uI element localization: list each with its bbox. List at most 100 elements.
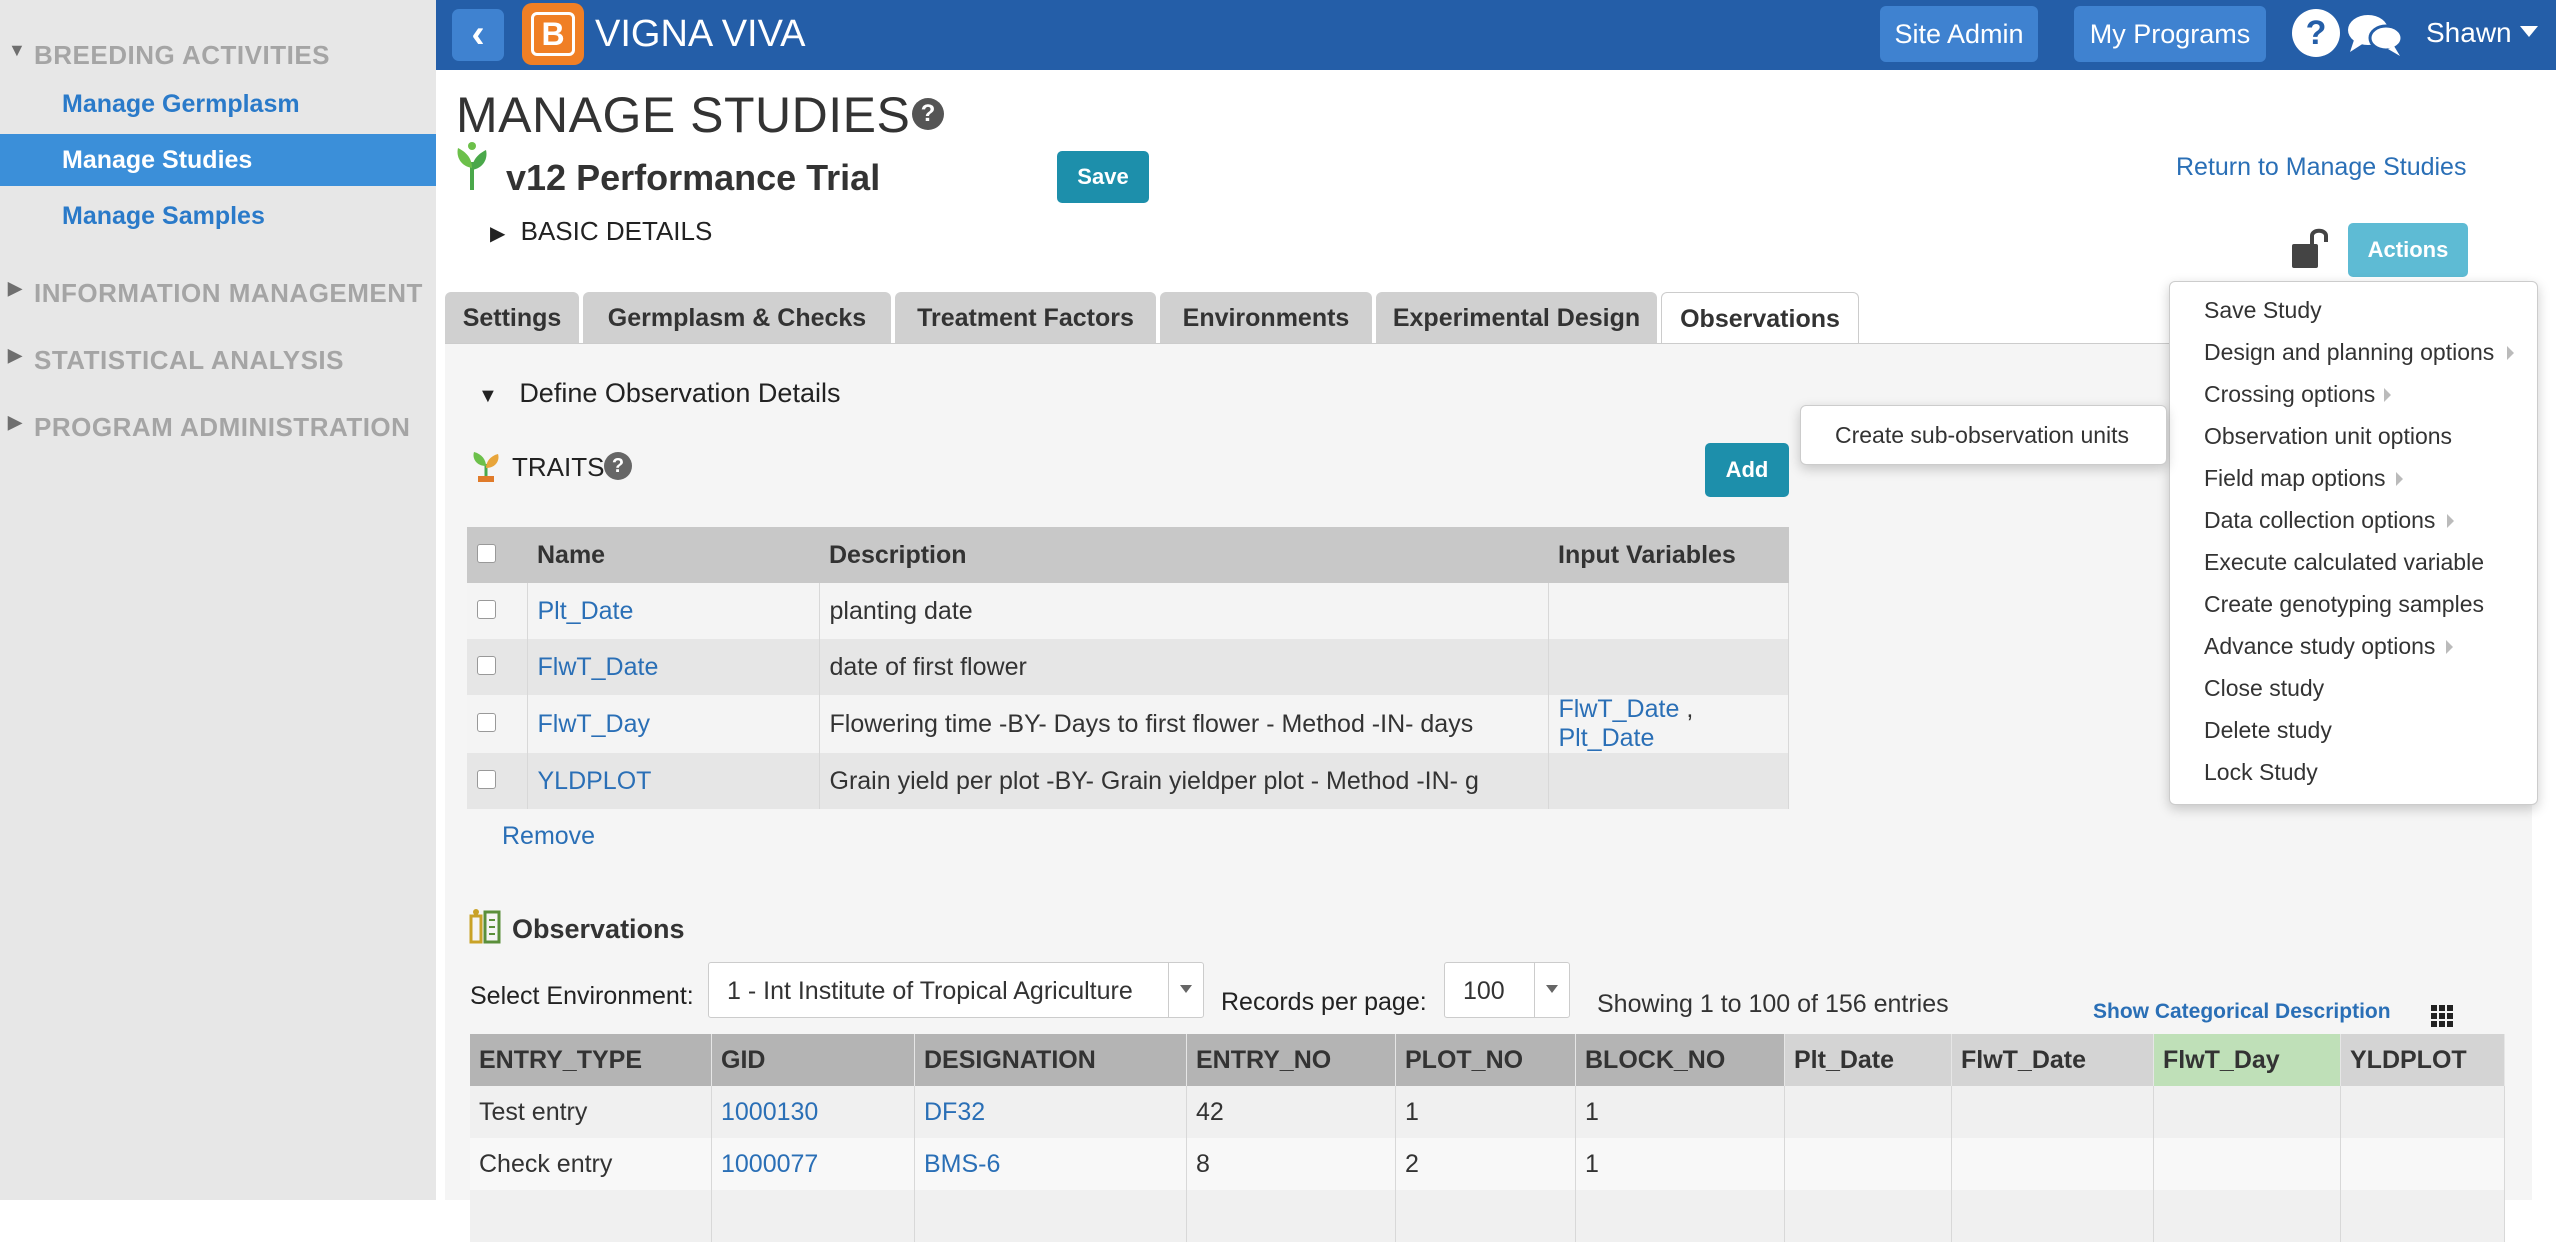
table-row: Test entry 1000130 DF32 42 1 1 [470,1086,2505,1138]
trait-name-link[interactable]: Plt_Date [527,583,820,639]
row-checkbox[interactable] [477,769,496,789]
environment-select[interactable]: 1 - Int Institute of Tropical Agricultur… [708,962,1204,1018]
records-per-page-select[interactable]: 100 [1444,962,1570,1018]
basic-details-toggle[interactable]: ▶ BASIC DETAILS [490,216,712,247]
top-navbar: ‹ B VIGNA VIVA Site Admin My Programs ? … [436,0,2556,70]
cell-plot-no: 2 [1395,1138,1576,1190]
menu-item-advance-study-options[interactable]: Advance study options [2204,633,2435,660]
brand-name: VIGNA VIVA [595,13,806,55]
gid-link[interactable]: 1000130 [711,1086,915,1138]
menu-item-lock-study[interactable]: Lock Study [2204,759,2318,786]
menu-item-execute-calculated-variable[interactable]: Execute calculated variable [2204,549,2484,576]
back-button[interactable]: ‹ [452,9,504,61]
table-row: YLDPLOT Grain yield per plot -BY- Grain … [467,753,1789,809]
column-header-entry-type[interactable]: ENTRY_TYPE [470,1034,712,1086]
submenu-arrow-icon [2384,388,2391,402]
row-checkbox[interactable] [477,712,496,732]
designation-link[interactable]: DF32 [914,1086,1187,1138]
sidebar-item-manage-studies[interactable]: Manage Studies [0,134,436,186]
menu-item-close-study[interactable]: Close study [2204,675,2324,702]
menu-item-create-sub-observation-units[interactable]: Create sub-observation units [1835,422,2129,449]
menu-item-crossing-options[interactable]: Crossing options [2204,381,2375,408]
chat-icon[interactable] [2346,12,2404,58]
row-checkbox[interactable] [477,599,496,619]
menu-item-delete-study[interactable]: Delete study [2204,717,2332,744]
cell-flwt-day[interactable] [2153,1086,2341,1138]
return-to-manage-studies-link[interactable]: Return to Manage Studies [2176,153,2466,182]
caret-down-icon[interactable] [2520,26,2538,37]
sidebar: ▼ BREEDING ACTIVITIES Manage Germplasm M… [0,0,436,1200]
column-header-input-variables[interactable]: Input Variables [1548,527,1789,583]
input-variable-link[interactable]: Plt_Date [1559,724,1655,752]
tab-environments[interactable]: Environments [1160,292,1372,344]
column-header-designation[interactable]: DESIGNATION [914,1034,1187,1086]
chevron-down-icon[interactable] [1534,963,1569,1017]
column-header-plot-no[interactable]: PLOT_NO [1395,1034,1576,1086]
sidebar-item-manage-samples[interactable]: Manage Samples [0,190,436,242]
trait-name-link[interactable]: FlwT_Date [527,639,820,695]
help-icon[interactable]: ? [912,98,944,130]
my-programs-button[interactable]: My Programs [2074,6,2266,62]
menu-item-create-genotyping-samples[interactable]: Create genotyping samples [2204,591,2484,618]
cell-flwt-day[interactable] [2153,1190,2341,1242]
cell-plt-date[interactable] [1784,1086,1952,1138]
site-admin-button[interactable]: Site Admin [1880,6,2038,62]
column-header-flwt-date[interactable]: FlwT_Date [1951,1034,2154,1086]
column-header-plt-date[interactable]: Plt_Date [1784,1034,1952,1086]
cell-flwt-day[interactable] [2153,1138,2341,1190]
column-header-description[interactable]: Description [819,527,1548,583]
define-observation-details-toggle[interactable]: ▼ Define Observation Details [478,378,840,409]
observations-icon [469,909,501,944]
tab-treatment-factors[interactable]: Treatment Factors [895,292,1156,344]
sidebar-item-manage-germplasm[interactable]: Manage Germplasm [0,78,436,130]
trait-name-link[interactable]: YLDPLOT [527,753,820,809]
remove-traits-link[interactable]: Remove [502,822,595,851]
gid-link[interactable]: 1000077 [711,1138,915,1190]
tab-germplasm-checks[interactable]: Germplasm & Checks [583,292,891,344]
column-header-block-no[interactable]: BLOCK_NO [1575,1034,1785,1086]
unlock-icon[interactable] [2290,226,2330,270]
cell-flwt-date[interactable] [1951,1190,2154,1242]
tab-settings[interactable]: Settings [445,292,579,344]
user-menu[interactable]: Shawn [2426,17,2512,49]
trait-name-link[interactable]: FlwT_Day [527,695,820,753]
grid-icon[interactable] [2431,1005,2453,1027]
menu-item-data-collection-options[interactable]: Data collection options [2204,507,2435,534]
cell-flwt-date[interactable] [1951,1086,2154,1138]
caret-right-icon: ▶ [8,345,23,365]
column-header-name[interactable]: Name [527,527,819,583]
traits-table: Name Description Input Variables Plt_Dat… [467,527,1789,809]
trait-input-variables [1548,639,1789,695]
column-header-flwt-day[interactable]: FlwT_Day [2153,1034,2341,1086]
tab-experimental-design[interactable]: Experimental Design [1376,292,1657,344]
help-icon[interactable]: ? [2292,9,2340,57]
menu-item-observation-unit-options[interactable]: Observation unit options [2204,423,2452,450]
cell-yldplot[interactable] [2340,1086,2505,1138]
input-variable-link[interactable]: FlwT_Date [1559,695,1680,723]
trait-input-variables [1548,583,1789,639]
column-header-gid[interactable]: GID [711,1034,915,1086]
cell-yldplot[interactable] [2340,1190,2505,1242]
row-checkbox[interactable] [477,655,496,675]
cell-entry-type: Check entry [470,1138,712,1190]
cell-plt-date[interactable] [1784,1138,1952,1190]
actions-button[interactable]: Actions [2348,223,2468,277]
save-button[interactable]: Save [1057,151,1149,203]
menu-item-design-planning-options[interactable]: Design and planning options [2204,339,2494,366]
designation-link[interactable]: BMS-6 [914,1138,1187,1190]
select-all-checkbox[interactable] [477,543,496,563]
show-categorical-description-link[interactable]: Show Categorical Description [2093,1000,2391,1024]
cell-plot-no: 1 [1395,1086,1576,1138]
cell-yldplot[interactable] [2340,1138,2505,1190]
help-icon[interactable]: ? [604,452,632,480]
caret-down-icon: ▼ [478,385,498,407]
chevron-down-icon[interactable] [1168,963,1203,1017]
column-header-entry-no[interactable]: ENTRY_NO [1186,1034,1396,1086]
add-trait-button[interactable]: Add [1705,443,1789,497]
column-header-yldplot[interactable]: YLDPLOT [2340,1034,2505,1086]
cell-plt-date[interactable] [1784,1190,1952,1242]
menu-item-field-map-options[interactable]: Field map options [2204,465,2386,492]
cell-flwt-date[interactable] [1951,1138,2154,1190]
tab-observations[interactable]: Observations [1661,292,1859,345]
menu-item-save-study[interactable]: Save Study [2204,297,2322,324]
